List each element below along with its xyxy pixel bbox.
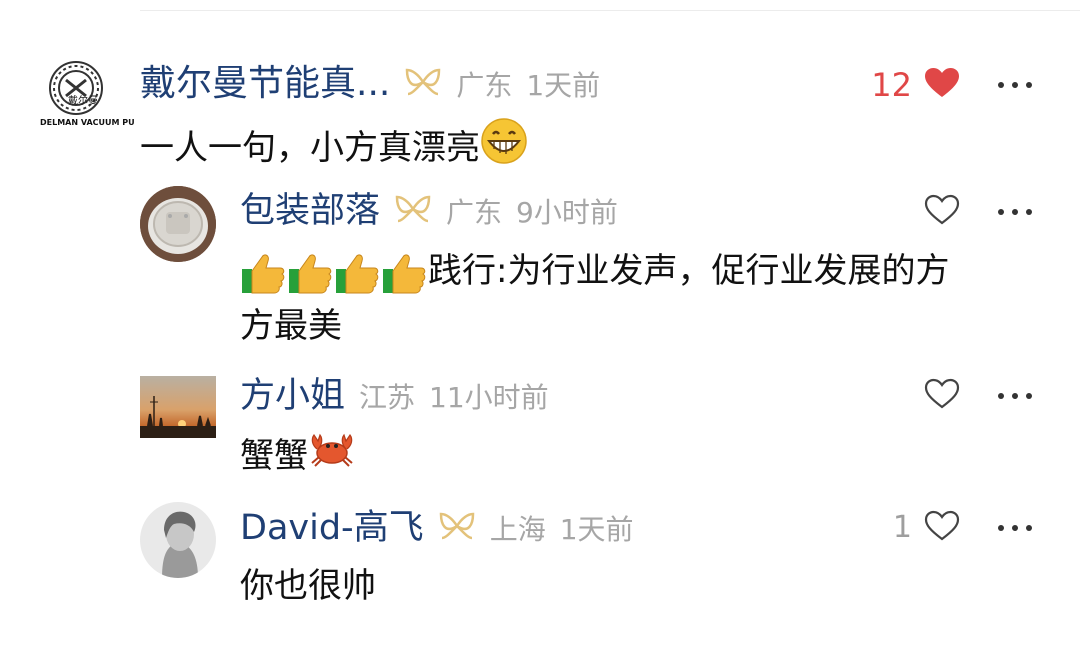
commenter-name[interactable]: 包装部落 xyxy=(240,193,380,229)
commenter-name[interactable]: 方小姐 xyxy=(240,378,345,414)
top-divider xyxy=(140,10,1080,11)
avatar[interactable]: 戴尔曼 DELMAN VACUUM PU xyxy=(40,58,135,130)
more-options-button[interactable] xyxy=(998,391,1032,401)
comment-text-line2: 方最美 xyxy=(240,306,342,346)
timestamp: 11小时前 xyxy=(429,381,549,414)
like-button[interactable]: 12 xyxy=(860,66,960,104)
heart-outline-icon xyxy=(924,510,960,546)
like-count: 12 xyxy=(871,66,912,104)
commenter-name[interactable]: 戴尔曼节能真... xyxy=(140,66,390,102)
location: 广东 xyxy=(456,69,513,102)
location: 广东 xyxy=(446,196,503,229)
avatar[interactable] xyxy=(140,186,216,262)
avatar-brand-text: 戴尔曼 xyxy=(68,96,98,107)
heart-outline-icon xyxy=(924,378,960,414)
commenter-name[interactable]: David-高飞 xyxy=(240,510,424,546)
wings-badge-icon xyxy=(404,66,442,102)
comment-text: 一人一句，小方真漂亮 xyxy=(140,117,528,182)
more-options-button[interactable] xyxy=(998,80,1032,90)
timestamp: 1天前 xyxy=(526,69,601,102)
avatar-brand-subtext: DELMAN VACUUM PU xyxy=(40,118,135,127)
crab-emoji-icon xyxy=(308,429,356,486)
comment-text: 践行:为行业发声，促行业发展的方 xyxy=(240,243,949,299)
grin-face-emoji-icon xyxy=(480,117,528,182)
avatar[interactable] xyxy=(140,502,216,578)
thumbs-up-emoji-icons xyxy=(240,251,428,295)
comment-text-content: 一人一句，小方真漂亮 xyxy=(140,128,480,168)
heart-filled-icon xyxy=(924,67,960,103)
comment-text-line1: 践行:为行业发声，促行业发展的方 xyxy=(428,251,950,291)
like-button[interactable] xyxy=(880,194,960,230)
avatar[interactable] xyxy=(140,376,216,438)
comment-header: 方小姐 江苏 11小时前 xyxy=(240,376,549,416)
like-count: 1 xyxy=(892,510,912,545)
comment-text: 你也很帅 xyxy=(240,566,376,606)
heart-outline-icon xyxy=(924,194,960,230)
like-button[interactable] xyxy=(880,378,960,414)
timestamp: 9小时前 xyxy=(516,196,618,229)
more-options-button[interactable] xyxy=(998,523,1032,533)
comment-header: 戴尔曼节能真... 广东 1天前 xyxy=(140,64,600,104)
wings-badge-icon xyxy=(438,510,476,546)
comment-header: 包装部落 广东 9小时前 xyxy=(240,191,618,231)
location: 江苏 xyxy=(359,381,416,414)
comment-text: 蟹蟹 xyxy=(240,428,356,486)
like-button[interactable]: 1 xyxy=(870,510,960,546)
timestamp: 1天前 xyxy=(559,513,634,546)
wings-badge-icon xyxy=(394,193,432,229)
more-options-button[interactable] xyxy=(998,207,1032,217)
comment-text-content: 蟹蟹 xyxy=(240,436,308,476)
comment-header: David-高飞 上海 1天前 xyxy=(240,508,634,548)
location: 上海 xyxy=(489,513,546,546)
